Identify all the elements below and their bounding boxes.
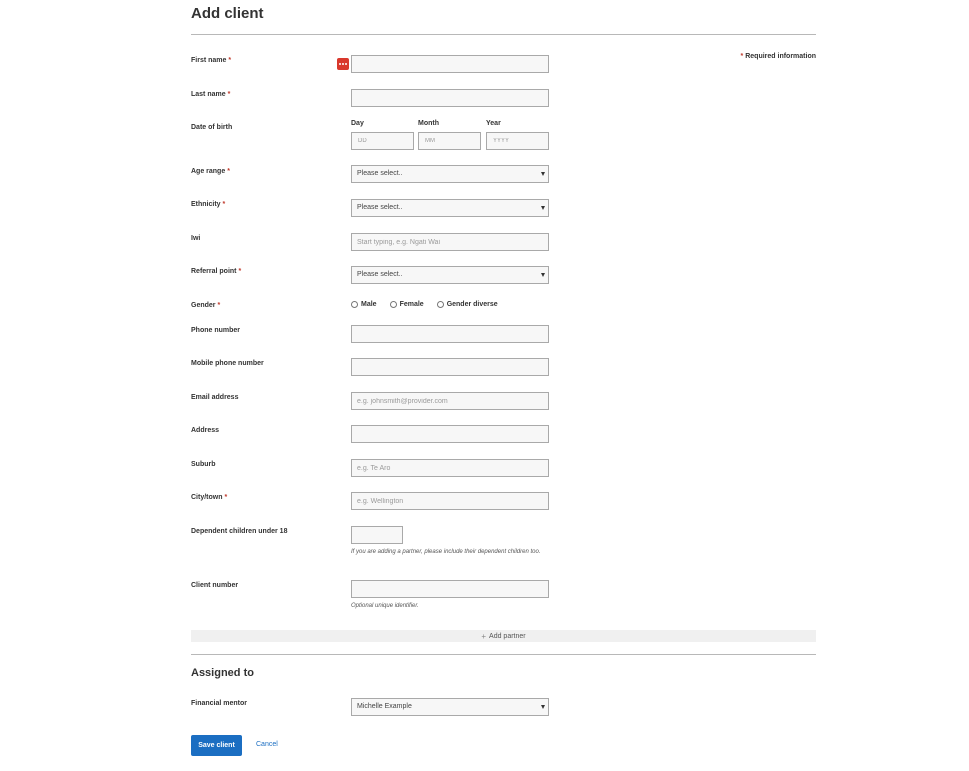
mobile-phone-input[interactable]: [351, 358, 549, 376]
first-name-input[interactable]: [351, 55, 549, 73]
cancel-link[interactable]: Cancel: [256, 741, 278, 748]
iwi-input[interactable]: [351, 233, 549, 251]
password-manager-icon[interactable]: [337, 58, 349, 70]
referral-point-label: Referral point *: [191, 268, 242, 275]
section-divider: [191, 654, 816, 655]
last-name-input[interactable]: [351, 89, 549, 107]
client-number-label: Client number: [191, 582, 239, 589]
referral-point-select[interactable]: Please select..: [351, 266, 549, 284]
address-label: Address: [191, 427, 220, 434]
client-number-input[interactable]: [351, 580, 549, 598]
required-marker: *: [740, 53, 744, 60]
phone-number-input[interactable]: [351, 325, 549, 343]
gender-radio-group: Male Female Gender diverse: [351, 301, 511, 308]
ethnicity-label: Ethnicity *: [191, 201, 226, 208]
chevron-down-icon: [541, 172, 545, 176]
year-label: Year: [486, 120, 501, 127]
chevron-down-icon: [541, 206, 545, 210]
year-input[interactable]: [486, 132, 549, 150]
email-address-label: Email address: [191, 394, 239, 401]
day-label: Day: [351, 120, 364, 127]
radio-male[interactable]: [351, 301, 358, 308]
financial-mentor-select[interactable]: Michelle Example: [351, 698, 549, 716]
age-range-label: Age range *: [191, 168, 230, 175]
financial-mentor-label: Financial mentor: [191, 700, 248, 707]
assigned-to-heading: Assigned to: [191, 667, 254, 679]
first-name-label: First name *: [191, 57, 232, 64]
save-client-button[interactable]: Save client: [191, 735, 242, 756]
city-town-input[interactable]: [351, 492, 549, 510]
chevron-down-icon: [541, 705, 545, 709]
plus-icon: +: [481, 631, 487, 641]
gender-male-option[interactable]: Male: [351, 301, 377, 308]
city-town-label: City/town *: [191, 494, 228, 501]
month-label: Month: [418, 120, 439, 127]
chevron-down-icon: [541, 273, 545, 277]
dependent-children-input[interactable]: [351, 526, 403, 544]
mobile-phone-label: Mobile phone number: [191, 360, 264, 367]
radio-female[interactable]: [389, 301, 397, 308]
phone-number-label: Phone number: [191, 327, 241, 334]
last-name-label: Last name *: [191, 91, 231, 98]
add-partner-button[interactable]: + Add partner: [191, 630, 816, 642]
dependent-children-hint: If you are adding a partner, please incl…: [351, 549, 541, 555]
iwi-label: Iwi: [191, 235, 201, 242]
address-input[interactable]: [351, 425, 549, 443]
age-range-select[interactable]: Please select..: [351, 165, 549, 183]
month-input[interactable]: [418, 132, 481, 150]
client-number-hint: Optional unique identifier.: [351, 603, 419, 609]
gender-female-option[interactable]: Female: [389, 301, 424, 308]
required-information-note: * Required information: [740, 53, 816, 60]
gender-label: Gender *: [191, 302, 221, 309]
gender-diverse-option[interactable]: Gender diverse: [436, 301, 498, 308]
ethnicity-select[interactable]: Please select..: [351, 199, 549, 217]
page-title: Add client: [191, 5, 264, 22]
email-address-input[interactable]: [351, 392, 549, 410]
date-of-birth-label: Date of birth: [191, 124, 233, 131]
radio-gender-diverse[interactable]: [436, 301, 444, 308]
dependent-children-label: Dependent children under 18: [191, 528, 288, 535]
day-input[interactable]: [351, 132, 414, 150]
suburb-input[interactable]: [351, 459, 549, 477]
title-divider: [191, 34, 816, 35]
suburb-label: Suburb: [191, 461, 216, 468]
